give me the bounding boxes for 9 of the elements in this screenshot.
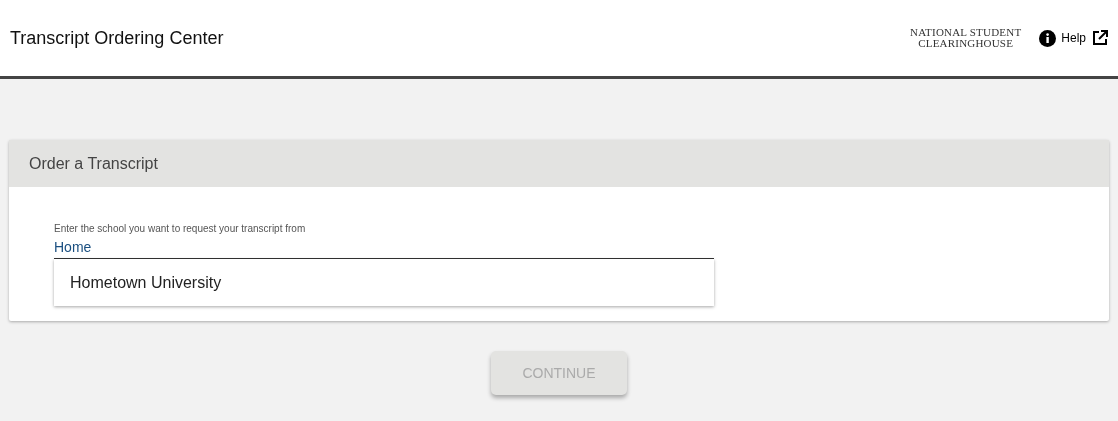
organization-logo: NATIONAL STUDENT CLEARINGHOUSE — [910, 27, 1022, 49]
field-label: Enter the school you want to request your transcript from — [54, 223, 307, 234]
external-link-icon[interactable] — [1092, 30, 1108, 46]
info-icon — [1039, 29, 1057, 47]
page-title: Transcript Ordering Center — [10, 27, 225, 49]
help-link[interactable]: Help — [1061, 31, 1086, 45]
suggestion-option[interactable]: Hometown University — [54, 259, 714, 306]
school-search-field[interactable]: Home — [54, 234, 714, 259]
card-title: Order a Transcript — [29, 154, 158, 173]
